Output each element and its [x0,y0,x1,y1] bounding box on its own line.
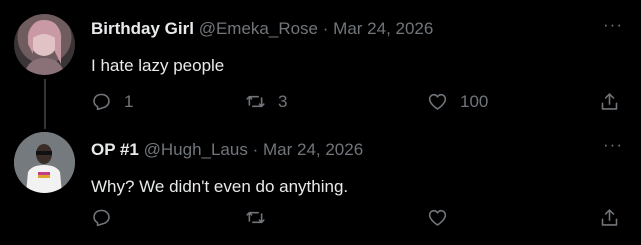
like-button[interactable]: 100 [427,91,488,112]
share-button[interactable] [599,91,620,112]
tweet-2[interactable]: OP #1 @Hugh_Laus · Mar 24, 2026 ··· Why?… [0,123,641,245]
separator: · [252,140,259,159]
avatar-image [24,20,65,75]
reply-icon [93,93,110,111]
tweet-text: Why? We didn't even do anything. [91,177,349,196]
like-icon [428,93,447,110]
share-button[interactable] [599,207,620,228]
reply-icon [93,209,110,227]
like-count: 100 [460,91,489,111]
handle[interactable]: @Emeka_Rose [199,19,318,38]
reply-count: 1 [124,91,134,111]
handle[interactable]: @Hugh_Laus [144,140,248,159]
tweet-header: Birthday Girl @Emeka_Rose · Mar 24, 2026 [91,19,433,39]
retweet-icon [246,211,265,224]
avatar[interactable] [14,14,75,75]
retweet-count: 3 [278,91,288,111]
more-icon[interactable]: ··· [603,135,623,155]
retweet-icon [246,95,265,108]
more-icon[interactable]: ··· [603,15,623,35]
timestamp[interactable]: Mar 24, 2026 [263,140,363,159]
timestamp[interactable]: Mar 24, 2026 [333,19,433,38]
avatar[interactable] [14,132,75,193]
reply-button[interactable] [91,207,124,228]
tweet-1[interactable]: Birthday Girl @Emeka_Rose · Mar 24, 2026… [0,0,641,123]
like-button[interactable] [427,207,460,228]
reply-button[interactable]: 1 [91,91,133,112]
retweet-button[interactable] [245,207,278,228]
tweet-text: I hate lazy people [91,56,225,75]
tweet-header: OP #1 @Hugh_Laus · Mar 24, 2026 [91,140,363,160]
share-icon [601,209,618,226]
share-icon [601,93,618,110]
retweet-button[interactable]: 3 [245,91,287,112]
like-icon [428,209,447,226]
tweet-actions [91,207,631,229]
separator: · [322,19,329,38]
display-name[interactable]: Birthday Girl [91,19,194,38]
display-name[interactable]: OP #1 [91,140,139,159]
avatar-image [14,132,75,193]
tweet-actions: 1 3 100 [91,91,631,113]
